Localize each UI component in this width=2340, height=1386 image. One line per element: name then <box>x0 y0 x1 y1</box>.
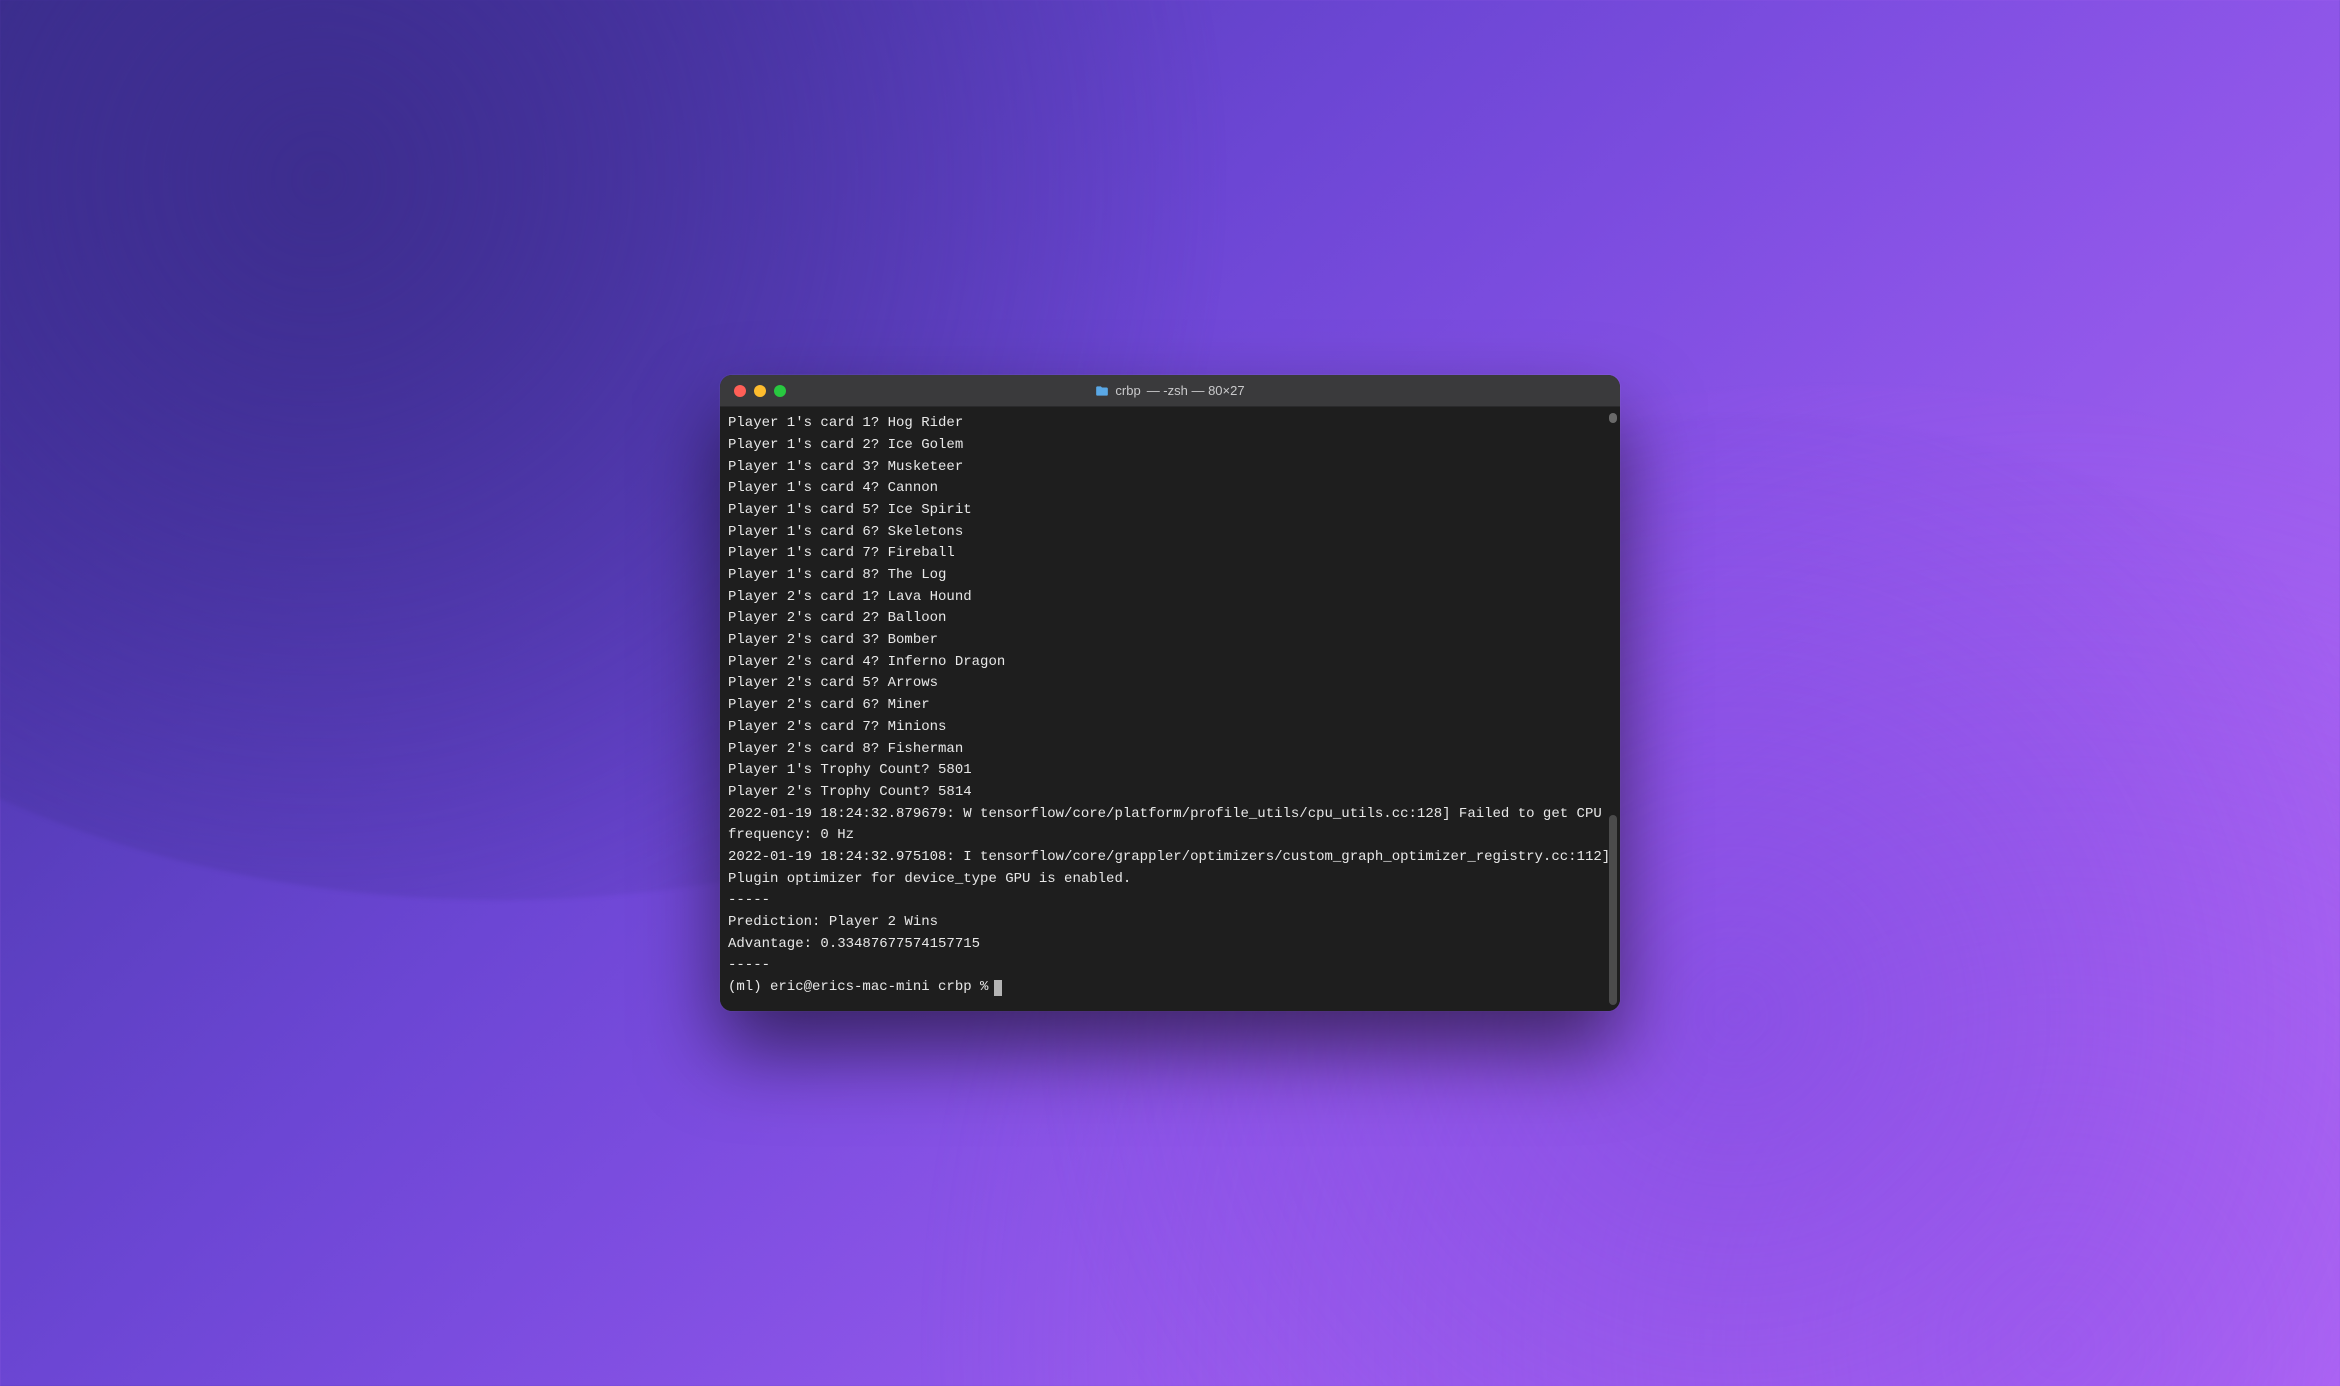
window-title-rest: — -zsh — 80×27 <box>1147 383 1245 398</box>
maximize-button[interactable] <box>774 385 786 397</box>
prompt-line[interactable]: (ml) eric@erics-mac-mini crbp % <box>728 977 1612 999</box>
window-title-folder: crbp <box>1115 383 1140 398</box>
scrollbar-marker[interactable] <box>1609 413 1617 423</box>
terminal-output[interactable]: Player 1's card 1? Hog Rider Player 1's … <box>728 413 1612 977</box>
folder-icon <box>1095 384 1109 398</box>
scrollbar-track[interactable] <box>1609 413 1617 1005</box>
minimize-button[interactable] <box>754 385 766 397</box>
titlebar[interactable]: crbp — -zsh — 80×27 <box>720 375 1620 407</box>
shell-prompt: (ml) eric@erics-mac-mini crbp % <box>728 977 988 999</box>
close-button[interactable] <box>734 385 746 397</box>
window-title: crbp — -zsh — 80×27 <box>1095 383 1244 398</box>
terminal-window: crbp — -zsh — 80×27 Player 1's card 1? H… <box>720 375 1620 1011</box>
traffic-lights <box>734 385 786 397</box>
scrollbar-thumb[interactable] <box>1609 815 1617 1005</box>
cursor-block <box>994 980 1002 996</box>
terminal-body[interactable]: Player 1's card 1? Hog Rider Player 1's … <box>720 407 1620 1011</box>
